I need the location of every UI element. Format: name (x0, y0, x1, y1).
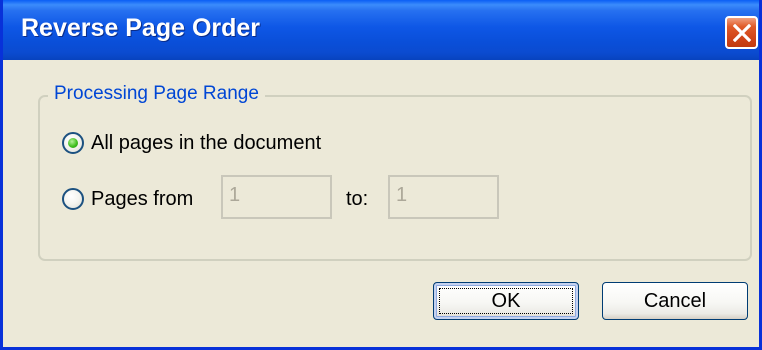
group-legend: Processing Page Range (48, 83, 265, 105)
pages-to-input[interactable]: 1 (388, 175, 499, 219)
to-label: to: (346, 188, 369, 210)
title-bar[interactable]: Reverse Page Order (3, 0, 759, 60)
all-pages-label[interactable]: All pages in the document (91, 131, 321, 155)
reverse-page-order-dialog: Reverse Page Order Processing Page Range… (0, 0, 762, 350)
cancel-button-label: Cancel (643, 290, 707, 312)
cancel-button[interactable]: Cancel (602, 282, 748, 320)
ok-button[interactable]: OK (433, 282, 579, 320)
all-pages-radio[interactable] (62, 132, 84, 154)
close-button[interactable] (725, 16, 758, 49)
pages-from-input[interactable]: 1 (221, 175, 332, 219)
ok-button-label: OK (491, 290, 521, 312)
pages-from-label[interactable]: Pages from (91, 187, 193, 211)
dialog-title: Reverse Page Order (21, 14, 261, 42)
pages-from-radio[interactable] (62, 188, 84, 210)
radio-selected-dot (68, 138, 78, 148)
close-icon (733, 24, 751, 42)
